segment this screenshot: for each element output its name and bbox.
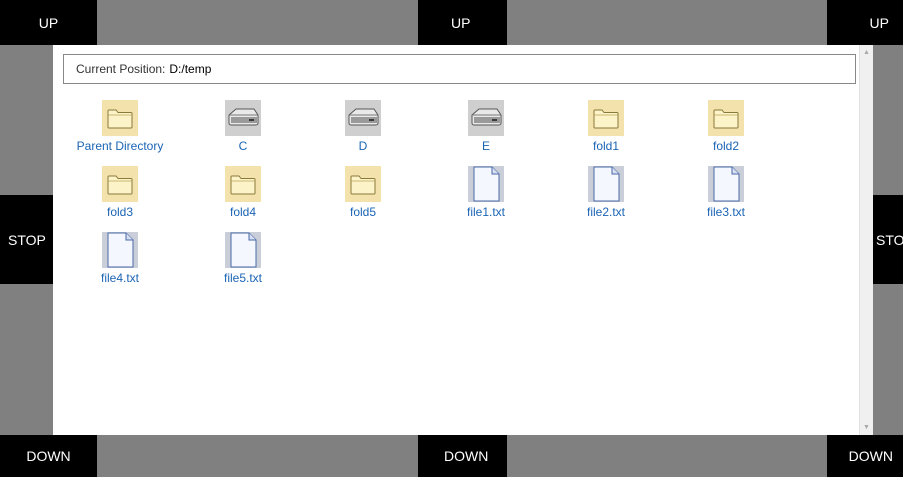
file-icon — [468, 166, 504, 202]
file-item-label: file3.txt — [706, 205, 745, 219]
current-position-value: D:/temp — [169, 62, 212, 76]
current-position-label: Current Position: — [76, 62, 166, 76]
down-button-center[interactable]: DOWN — [418, 435, 507, 477]
drive-icon — [468, 100, 504, 136]
down-button-left[interactable]: DOWN — [0, 435, 97, 477]
folder-icon — [345, 166, 381, 202]
scroll-up-arrow-icon[interactable]: ▲ — [860, 49, 873, 56]
file-item[interactable]: file1.txt — [426, 166, 546, 219]
file-item[interactable]: D — [303, 100, 423, 153]
stop-button-right[interactable]: STOP — [873, 195, 903, 284]
file-item-label: file2.txt — [586, 205, 625, 219]
file-icon — [708, 166, 744, 202]
folder-icon — [102, 100, 138, 136]
vertical-scrollbar[interactable]: ▲ ▼ — [859, 45, 873, 435]
file-item-label: fold4 — [229, 205, 257, 219]
file-item[interactable]: fold3 — [60, 166, 180, 219]
file-item-label: E — [481, 139, 490, 153]
up-button-left[interactable]: UP — [0, 0, 97, 45]
file-item-label: file5.txt — [223, 271, 262, 285]
file-item-label: file4.txt — [100, 271, 139, 285]
scroll-down-arrow-icon[interactable]: ▼ — [860, 424, 873, 431]
file-item[interactable]: file2.txt — [546, 166, 666, 219]
file-item[interactable]: C — [183, 100, 303, 153]
file-item[interactable]: file4.txt — [60, 232, 180, 285]
folder-icon — [588, 100, 624, 136]
file-item[interactable]: file3.txt — [666, 166, 786, 219]
down-button-right[interactable]: DOWN — [827, 435, 903, 477]
file-item-label: fold3 — [106, 205, 134, 219]
file-item[interactable]: fold2 — [666, 100, 786, 153]
file-item[interactable]: fold5 — [303, 166, 423, 219]
file-icon — [225, 232, 261, 268]
drive-icon — [345, 100, 381, 136]
folder-icon — [225, 166, 261, 202]
file-item-label: fold1 — [592, 139, 620, 153]
file-item[interactable]: fold4 — [183, 166, 303, 219]
file-item-label: Parent Directory — [76, 139, 164, 153]
current-position-bar: Current Position: D:/temp — [63, 54, 856, 84]
file-item-label: D — [358, 139, 368, 153]
file-item-label: fold5 — [349, 205, 377, 219]
drive-icon — [225, 100, 261, 136]
up-button-center[interactable]: UP — [418, 0, 507, 45]
file-item[interactable]: E — [426, 100, 546, 153]
file-item[interactable]: file5.txt — [183, 232, 303, 285]
file-item-label: C — [238, 139, 248, 153]
file-browser-panel: Current Position: D:/temp Parent Directo… — [53, 45, 873, 435]
file-icon — [588, 166, 624, 202]
folder-icon — [708, 100, 744, 136]
file-item[interactable]: fold1 — [546, 100, 666, 153]
stop-button-left[interactable]: STOP — [0, 195, 53, 284]
file-item[interactable]: Parent Directory — [60, 100, 180, 153]
file-item-label: file1.txt — [466, 205, 505, 219]
file-icon — [102, 232, 138, 268]
folder-icon — [102, 166, 138, 202]
file-item-label: fold2 — [712, 139, 740, 153]
up-button-right[interactable]: UP — [827, 0, 903, 45]
